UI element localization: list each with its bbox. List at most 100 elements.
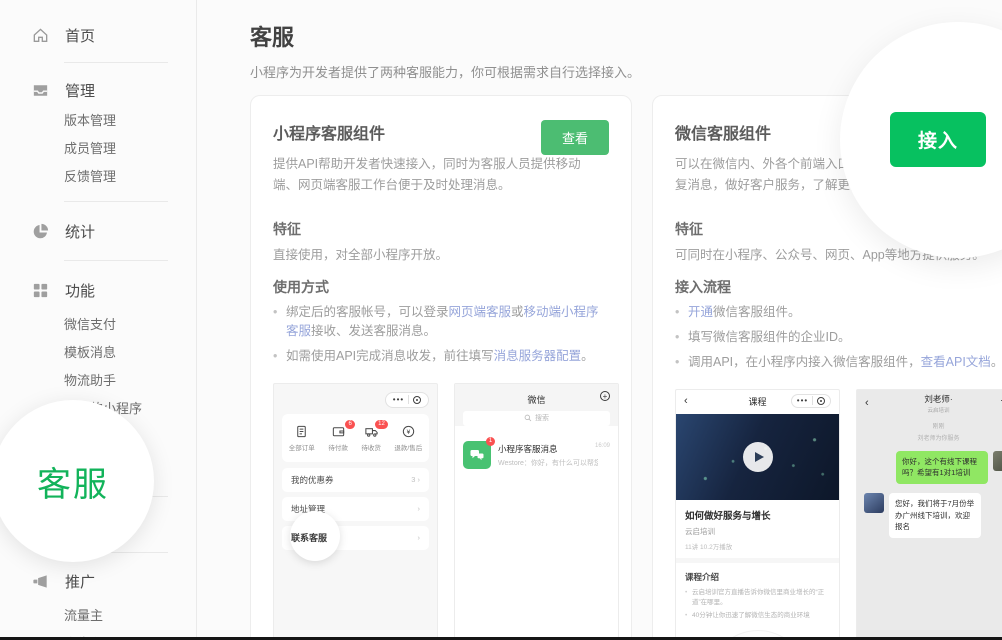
sidebar-item-stats[interactable]: 统计 bbox=[0, 216, 196, 246]
sidebar-item-members[interactable]: 成员管理 bbox=[0, 133, 196, 161]
row-label: 联系客服 bbox=[291, 531, 327, 544]
course-page-screenshot: ‹ 课程 ••• 如何做好服务与增长 bbox=[675, 389, 840, 640]
flow-item: 调用API，在小程序内接入微信客服组件，查看API文档。 bbox=[675, 353, 1002, 372]
capsule-menu: ••• bbox=[791, 394, 831, 408]
usage-text: 。 bbox=[581, 349, 594, 363]
chatlist-header: 微信 + 搜索 bbox=[455, 384, 618, 426]
usage-text: 或 bbox=[511, 305, 524, 319]
agent-message-bubble: 您好，我们将于7月份举办广州线下培训，欢迎报名 bbox=[889, 493, 981, 538]
sidebar-item-label: 管理 bbox=[65, 80, 95, 101]
play-button-icon bbox=[743, 442, 773, 472]
capsule-divider bbox=[408, 395, 409, 404]
sidebar-item-promo[interactable]: 推广 bbox=[0, 566, 196, 596]
sidebar-item-label: 推广 bbox=[65, 571, 95, 592]
wechat-title: 微信 bbox=[527, 395, 545, 405]
flow-item: 开通微信客服组件。 bbox=[675, 303, 1002, 322]
grid-item-label: 待收货 bbox=[361, 442, 381, 452]
flow-text: 。 bbox=[991, 355, 1002, 369]
chat-preview: Westore：你好，有什么可以帮您? bbox=[498, 458, 598, 468]
mini-program-profile-screenshot: ••• 全部订单 6 待付款 bbox=[273, 383, 438, 640]
grid-item-all-orders: 全部订单 bbox=[289, 424, 315, 452]
card-description: 提供API帮助开发者快速接入，同时为客服人员提供移动端、网页端客服工作台便于及时… bbox=[273, 154, 595, 197]
feature-heading: 特征 bbox=[273, 219, 609, 239]
flow-item: 填写微信客服组件的企业ID。 bbox=[675, 328, 1002, 347]
search-icon bbox=[524, 414, 532, 422]
sidebar-item-home[interactable]: 首页 bbox=[0, 20, 196, 50]
api-doc-link[interactable]: 查看API文档 bbox=[921, 355, 991, 369]
usage-item: 如需使用API完成消息收发，前往填写消息服务器配置。 bbox=[273, 347, 609, 366]
row-value: 3 › bbox=[411, 475, 420, 484]
megaphone-icon bbox=[31, 572, 50, 591]
usage-list: 绑定后的客服帐号，可以登录网页端客服或移动端小程序客服接收、发送客服消息。 如需… bbox=[273, 303, 609, 367]
grid-icon bbox=[31, 281, 50, 300]
sidebar-item-traffic[interactable]: 流量主 bbox=[0, 600, 196, 628]
user-message-bubble: 你好，这个有线下课程吗？希望有1对1培训 bbox=[896, 451, 988, 484]
usage-text: 接收、发送客服消息。 bbox=[311, 324, 436, 338]
sidebar-item-label: 功能 bbox=[65, 280, 95, 301]
sidebar-item-label: 首页 bbox=[65, 25, 95, 46]
grid-item-label: 待付款 bbox=[328, 442, 348, 452]
usage-text: 绑定后的客服帐号，可以登录 bbox=[286, 305, 449, 319]
web-cs-link[interactable]: 网页端客服 bbox=[449, 305, 512, 319]
chat-bubbles-icon bbox=[469, 447, 485, 463]
sidebar-divider bbox=[64, 62, 168, 63]
msg-server-config-link[interactable]: 消息服务器配置 bbox=[494, 349, 582, 363]
course-nav-title: 课程 bbox=[748, 395, 766, 408]
close-target-icon bbox=[413, 396, 421, 404]
svg-text:¥: ¥ bbox=[406, 429, 410, 436]
course-info: 如何做好服务与增长 云启培训 11讲 10.2万播放 bbox=[676, 500, 839, 563]
screenshots-row: ‹ 课程 ••• 如何做好服务与增长 bbox=[675, 389, 1002, 640]
grid-item-refund: ¥ 退款/售后 bbox=[394, 424, 422, 452]
sidebar: 首页 管理 版本管理 成员管理 反馈管理 统计 功能 微信支付 模板消息 物流助… bbox=[0, 0, 197, 640]
grid-item-to-receive: 12 待收货 bbox=[361, 424, 381, 452]
app-window: 首页 管理 版本管理 成员管理 反馈管理 统计 功能 微信支付 模板消息 物流助… bbox=[0, 0, 1002, 640]
sidebar-item-wechat-pay[interactable]: 微信支付 bbox=[0, 309, 196, 337]
close-target-icon bbox=[817, 397, 825, 405]
chat-time: 16:09 bbox=[595, 443, 610, 449]
chat-header: ‹ 刘老师· 云启培训 ··· bbox=[857, 390, 1002, 418]
mini-program-cs-card: 小程序客服组件 查看 提供API帮助开发者快速接入，同时为客服人员提供移动端、网… bbox=[250, 95, 632, 640]
course-intro-bullet: 云启培训官方直播告诉你微信里商业增长的“正道”在哪里。 bbox=[685, 588, 830, 608]
sidebar-item-version[interactable]: 版本管理 bbox=[0, 105, 196, 133]
search-placeholder: 搜索 bbox=[535, 413, 549, 423]
more-dots-icon: ••• bbox=[393, 396, 404, 404]
more-dots-icon: ••• bbox=[797, 397, 808, 405]
sidebar-item-logistics[interactable]: 物流助手 bbox=[0, 365, 196, 393]
video-thumbnail bbox=[676, 414, 839, 500]
course-meta: 11讲 10.2万播放 bbox=[685, 541, 830, 551]
capsule-menu: ••• bbox=[385, 392, 429, 408]
badge: 12 bbox=[374, 419, 389, 430]
flow-text: 调用API，在小程序内接入微信客服组件， bbox=[688, 355, 921, 369]
wechat-chatlist-screenshot: 微信 + 搜索 1 bbox=[454, 383, 619, 640]
coupons-row: 我的优惠券 3 › bbox=[282, 468, 429, 492]
agent-avatar bbox=[864, 493, 884, 513]
plus-icon: + bbox=[600, 391, 610, 401]
sidebar-item-feedback[interactable]: 反馈管理 bbox=[0, 161, 196, 189]
sidebar-item-label: 统计 bbox=[65, 221, 95, 242]
chat-list-item: 1 小程序客服消息 Westore：你好，有什么可以帮您? 16:09 bbox=[455, 434, 618, 476]
usage-heading: 使用方式 bbox=[273, 277, 609, 297]
view-button[interactable]: 查看 bbox=[541, 120, 609, 155]
course-intro-section: 课程介绍 云启培训官方直播告诉你微信里商业增长的“正道”在哪里。 40分钟让你迅… bbox=[676, 563, 839, 629]
order-icons-card: 全部订单 6 待付款 12 待收货 bbox=[282, 414, 429, 462]
sidebar-spotlight-circle[interactable]: 客服 bbox=[0, 400, 154, 562]
course-header: ‹ 课程 ••• bbox=[676, 390, 839, 414]
attach-button[interactable]: 接入 bbox=[890, 112, 986, 167]
sidebar-item-features[interactable]: 功能 bbox=[0, 275, 196, 305]
course-provider: 云启培训 bbox=[685, 526, 830, 537]
sidebar-item-customer-service[interactable]: 客服 bbox=[37, 457, 109, 506]
row-label: 我的优惠券 bbox=[291, 474, 334, 486]
flow-text: 微信客服组件。 bbox=[713, 305, 801, 319]
unread-badge: 1 bbox=[486, 437, 495, 446]
screenshots-row: ••• 全部订单 6 待付款 bbox=[273, 383, 609, 640]
chat-service-notice: 刘老师为你服务 bbox=[857, 433, 1002, 442]
open-cs-link[interactable]: 开通 bbox=[688, 305, 713, 319]
user-message: 你好，这个有线下课程吗？希望有1对1培训 bbox=[857, 451, 1002, 484]
sidebar-divider bbox=[64, 260, 168, 261]
course-title: 如何做好服务与增长 bbox=[685, 508, 830, 522]
back-icon: ‹ bbox=[865, 397, 869, 409]
sidebar-item-template-msg[interactable]: 模板消息 bbox=[0, 337, 196, 365]
usage-text: 如需使用API完成消息收发，前往填写 bbox=[286, 349, 494, 363]
usage-item: 绑定后的客服帐号，可以登录网页端客服或移动端小程序客服接收、发送客服消息。 bbox=[273, 303, 609, 342]
sidebar-item-manage[interactable]: 管理 bbox=[0, 75, 196, 105]
